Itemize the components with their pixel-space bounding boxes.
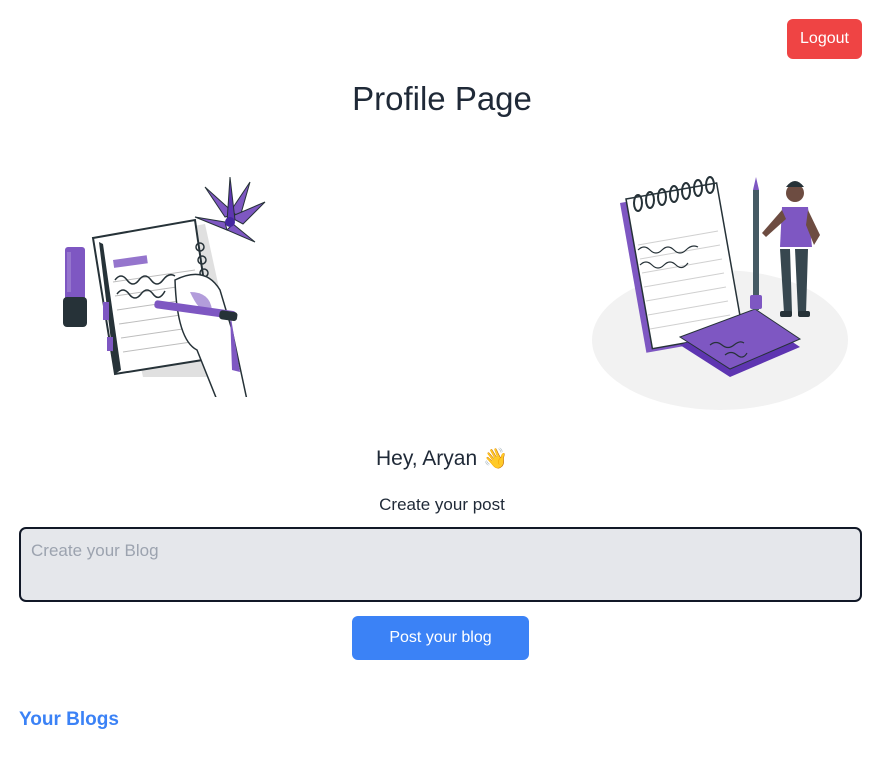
blog-input[interactable] [19, 527, 862, 602]
create-post-label: Create your post [379, 495, 505, 514]
marker-icon [63, 247, 87, 327]
logout-button[interactable]: Logout [787, 19, 862, 59]
waving-hand-icon: 👋 [483, 448, 509, 470]
greeting: Hey, Aryan 👋 [0, 446, 884, 471]
your-blogs-heading: Your Blogs [19, 709, 119, 730]
page-title: Profile Page [352, 80, 532, 117]
greeting-text: Hey, Aryan [375, 447, 478, 470]
profile-page: Logout Profile Page Hey, Aryan 👋 Create … [0, 0, 884, 773]
notes-person-illustration [592, 176, 848, 410]
writing-notebook-illustration [63, 176, 266, 397]
post-blog-button[interactable]: Post your blog [352, 616, 529, 660]
